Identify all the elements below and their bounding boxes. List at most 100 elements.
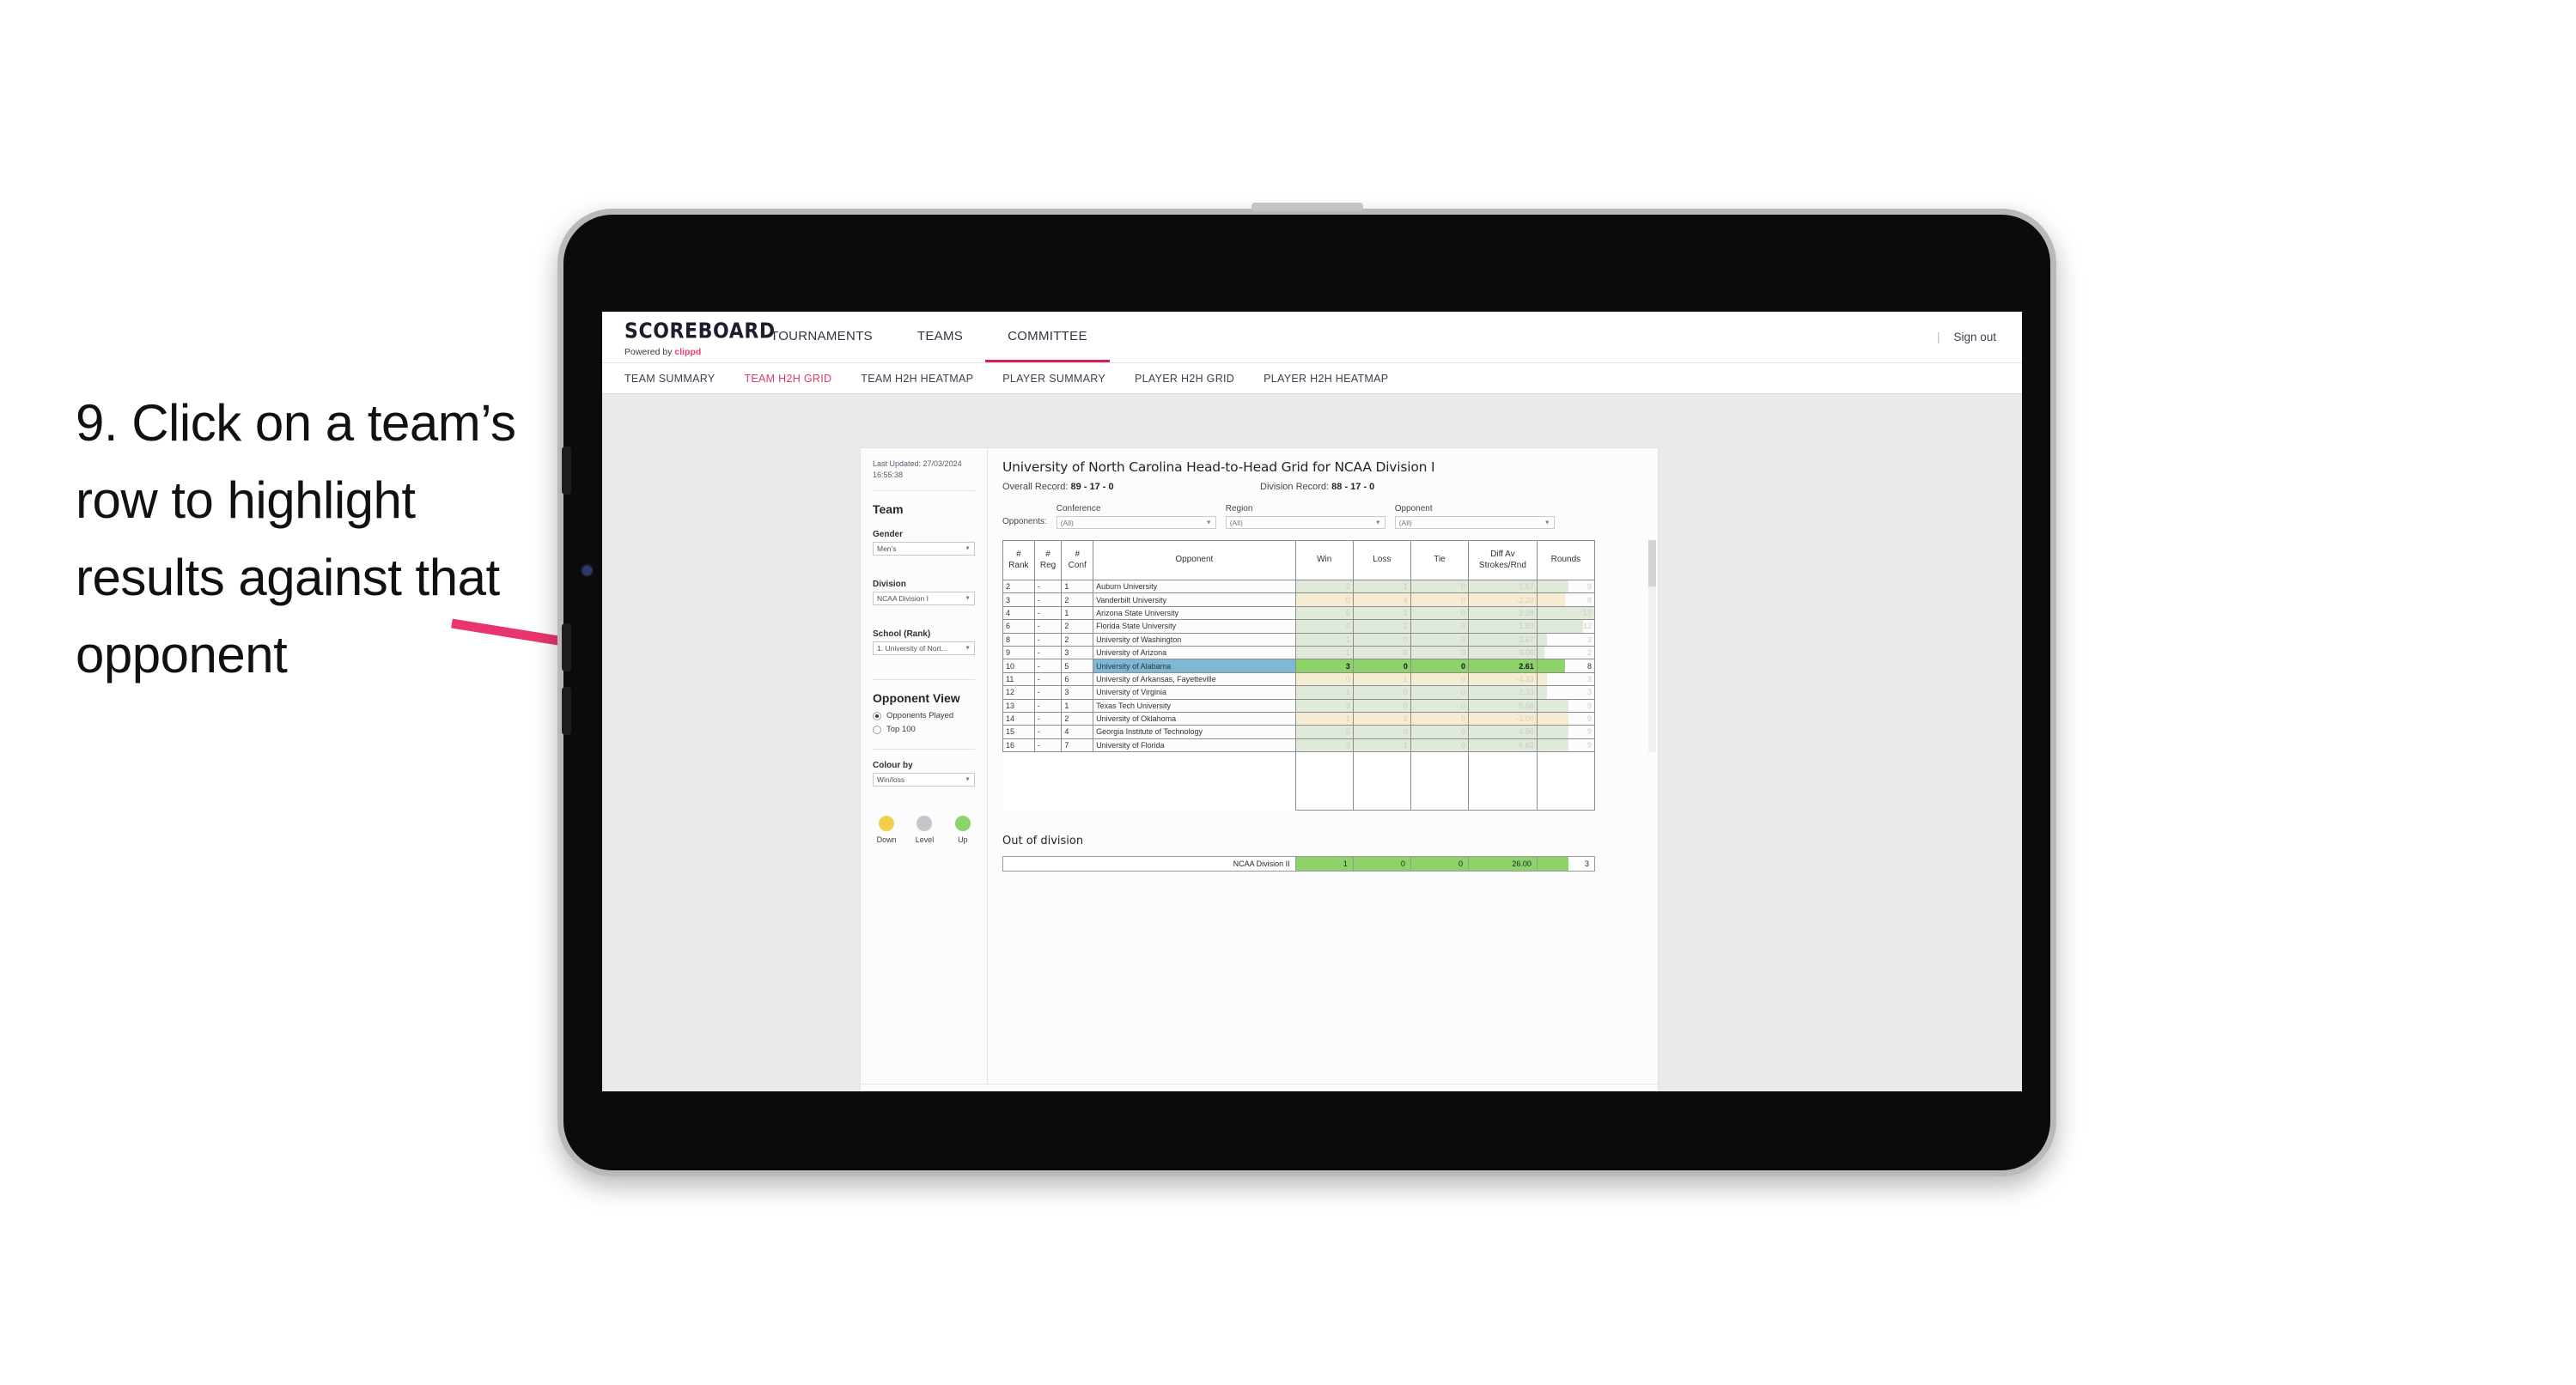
cell-win: 5 — [1294, 605, 1354, 621]
cell-rounds: 2 — [1536, 645, 1596, 660]
sign-out-link[interactable]: Sign out — [1953, 331, 1996, 343]
col-win[interactable]: Win — [1294, 540, 1354, 580]
cell-tie: 0 — [1410, 579, 1470, 594]
cell-opponent: University of Washington — [1093, 632, 1296, 647]
cell-loss: 0 — [1352, 725, 1411, 739]
ood-tie: 0 — [1410, 856, 1470, 872]
device-button-top[interactable] — [562, 446, 571, 495]
header-divider: | — [1936, 331, 1940, 343]
division-select[interactable]: NCAA Division I ▼ — [873, 592, 975, 606]
table-row[interactable]: 14-2 University of Oklahoma 1 2 0 -1.00 9 — [1002, 711, 1596, 726]
col-tie[interactable]: Tie — [1410, 540, 1470, 580]
table-row[interactable]: 4-1 Arizona State University 5 1 0 2.28 17 — [1002, 605, 1596, 621]
out-of-division-title: Out of division — [1002, 835, 1084, 848]
division-record: Division Record: 88 - 17 - 0 — [1260, 482, 1374, 492]
col-diff-av-strokes[interactable]: Diff Av Strokes/Rnd — [1468, 540, 1538, 580]
ood-diff: 26.00 — [1468, 856, 1538, 872]
cell-rank: 2 — [1002, 579, 1035, 594]
tab-player-h2h-grid[interactable]: PLAYER H2H GRID — [1135, 373, 1234, 385]
col-loss[interactable]: Loss — [1352, 540, 1411, 580]
table-row[interactable]: 10-5 University of Alabama 3 0 0 2.61 8 — [1002, 659, 1596, 673]
tablet-device-frame: SCOREBOARD Powered by clippd TOURNAMENTS… — [557, 203, 2056, 1176]
device-button-middle[interactable] — [562, 623, 571, 671]
chevron-down-icon: ▼ — [1374, 519, 1381, 525]
tab-player-h2h-heatmap[interactable]: PLAYER H2H HEATMAP — [1264, 373, 1388, 385]
out-of-division-row[interactable]: NCAA Division II 1 0 0 26.00 3 — [1002, 856, 1596, 872]
col-opponent[interactable]: Opponent — [1093, 540, 1296, 580]
cell-opponent: University of Florida — [1093, 738, 1296, 753]
cell-rounds: 9 — [1536, 698, 1596, 713]
filler-rounds — [1536, 781, 1596, 796]
table-row[interactable]: 11-6 University of Arkansas, Fayetteville… — [1002, 671, 1596, 687]
cell-tie: 0 — [1410, 671, 1470, 687]
filler-rounds — [1536, 766, 1596, 781]
cell-conf: 2 — [1061, 711, 1094, 726]
tab-team-h2h-heatmap[interactable]: TEAM H2H HEATMAP — [861, 373, 973, 385]
tab-team-h2h-grid[interactable]: TEAM H2H GRID — [744, 373, 831, 385]
table-row[interactable]: 15-4 Georgia Institute of Technology 5 0 0 4.… — [1002, 725, 1596, 739]
cell-loss: 0 — [1352, 659, 1411, 673]
radio-top-100[interactable]: Top 100 — [873, 725, 975, 734]
cell-diff: 3.67 — [1468, 632, 1538, 647]
tab-team-summary[interactable]: TEAM SUMMARY — [624, 373, 715, 385]
col-rank[interactable]: # Rank — [1002, 540, 1035, 580]
col-conf[interactable]: # Conf — [1061, 540, 1094, 580]
opponent-select[interactable]: (All) ▼ — [1394, 516, 1555, 529]
table-row[interactable]: 2-1 Auburn University 2 1 0 1.67 9 — [1002, 579, 1596, 594]
cell-opponent: University of Oklahoma — [1093, 711, 1296, 726]
logo-brand-name: clippd — [674, 347, 702, 357]
cell-reg: - — [1033, 738, 1063, 753]
conference-select[interactable]: (All) ▼ — [1056, 516, 1216, 529]
region-label: Region — [1225, 504, 1253, 513]
cell-opponent: University of Alabama — [1093, 659, 1296, 673]
table-row[interactable]: 3-2 Vanderbilt University 0 4 0 -2.29 8 — [1002, 592, 1596, 607]
nav-teams[interactable]: TEAMS — [895, 312, 985, 362]
nav-committee[interactable]: COMMITTEE — [985, 312, 1110, 362]
cell-diff: -2.29 — [1468, 592, 1538, 607]
table-row[interactable]: 16-7 University of Florida 3 1 0 6.62 9 — [1002, 738, 1596, 753]
tab-player-summary[interactable]: PLAYER SUMMARY — [1002, 373, 1105, 385]
table-row[interactable]: 13-1 Texas Tech University 3 0 0 5.56 9 — [1002, 698, 1596, 713]
team-section-heading: Team — [873, 502, 904, 517]
filler-diff — [1468, 795, 1538, 811]
device-button-bottom[interactable] — [562, 687, 571, 735]
cell-rank: 6 — [1002, 619, 1035, 634]
cell-conf: 3 — [1061, 685, 1094, 700]
cell-rounds: 9 — [1536, 711, 1596, 726]
table-row-filler — [1002, 781, 1596, 796]
region-select[interactable]: (All) ▼ — [1225, 516, 1385, 529]
cell-win: 3 — [1294, 698, 1354, 713]
filler-left — [1002, 751, 1296, 767]
table-row[interactable]: 8-2 University of Washington 1 0 0 3.67 3 — [1002, 632, 1596, 647]
workbook-container: Last Updated: 27/03/2024 16:55:38 Team G… — [860, 447, 1659, 1091]
cell-reg: - — [1033, 685, 1063, 700]
school-select[interactable]: 1. University of Nort... ▼ — [873, 641, 975, 656]
table-row[interactable]: 9-3 University of Arizona 1 0 0 9.00 2 — [1002, 645, 1596, 660]
cell-conf: 1 — [1061, 698, 1094, 713]
cell-diff: 4.50 — [1468, 725, 1538, 739]
cell-conf: 3 — [1061, 645, 1094, 660]
colour-by-select[interactable]: Win/loss ▼ — [873, 773, 975, 787]
cell-opponent: University of Arkansas, Fayetteville — [1093, 671, 1296, 687]
cell-win: 5 — [1294, 725, 1354, 739]
app-logo[interactable]: SCOREBOARD Powered by clippd — [602, 312, 775, 362]
col-reg[interactable]: # Reg — [1033, 540, 1063, 580]
table-row[interactable]: 6-2 Florida State University 4 2 0 1.83 12 — [1002, 619, 1596, 634]
chevron-down-icon: ▼ — [965, 776, 971, 783]
cell-rank: 12 — [1002, 685, 1035, 700]
gender-select[interactable]: Men’s ▼ — [873, 542, 975, 556]
overall-record: Overall Record: 89 - 17 - 0 — [1002, 482, 1260, 492]
cell-tie: 0 — [1410, 738, 1470, 753]
col-rounds[interactable]: Rounds — [1536, 540, 1596, 580]
filters-sidebar: Last Updated: 27/03/2024 16:55:38 Team G… — [861, 448, 988, 1084]
opponent-label: Opponent — [1394, 504, 1433, 513]
table-row[interactable]: 12-3 University of Virginia 1 0 0 2.33 3 — [1002, 685, 1596, 700]
cell-loss: 4 — [1352, 592, 1411, 607]
grid-vertical-scrollbar[interactable] — [1648, 540, 1656, 752]
filler-tie — [1410, 751, 1470, 767]
filler-win — [1294, 751, 1354, 767]
radio-opponents-played[interactable]: Opponents Played — [873, 711, 975, 720]
cell-rounds: 12 — [1536, 619, 1596, 634]
cell-win: 2 — [1294, 579, 1354, 594]
scrollbar-thumb[interactable] — [1648, 540, 1656, 586]
